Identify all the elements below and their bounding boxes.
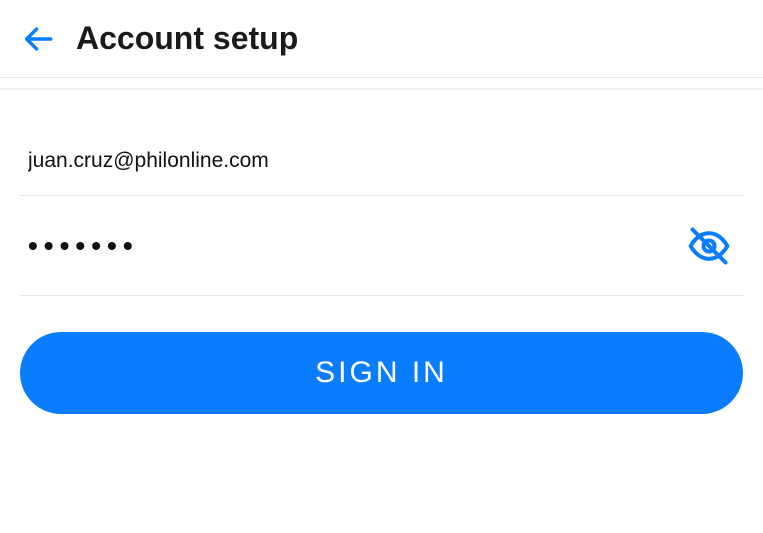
sign-in-button[interactable]: SIGN IN [20, 332, 743, 414]
toggle-password-visibility[interactable] [683, 220, 735, 272]
back-button[interactable] [18, 19, 58, 59]
password-row: ••••••• [20, 196, 743, 296]
sign-in-label: SIGN IN [315, 356, 448, 390]
page-title: Account setup [76, 20, 298, 57]
form-content: ••••••• SIGN IN [0, 96, 763, 414]
back-arrow-icon [21, 22, 55, 56]
eye-slash-icon [687, 224, 731, 268]
divider [0, 78, 763, 90]
header: Account setup [0, 0, 763, 78]
email-row [20, 96, 743, 196]
email-field[interactable] [28, 119, 735, 173]
password-field[interactable]: ••••••• [28, 230, 683, 262]
